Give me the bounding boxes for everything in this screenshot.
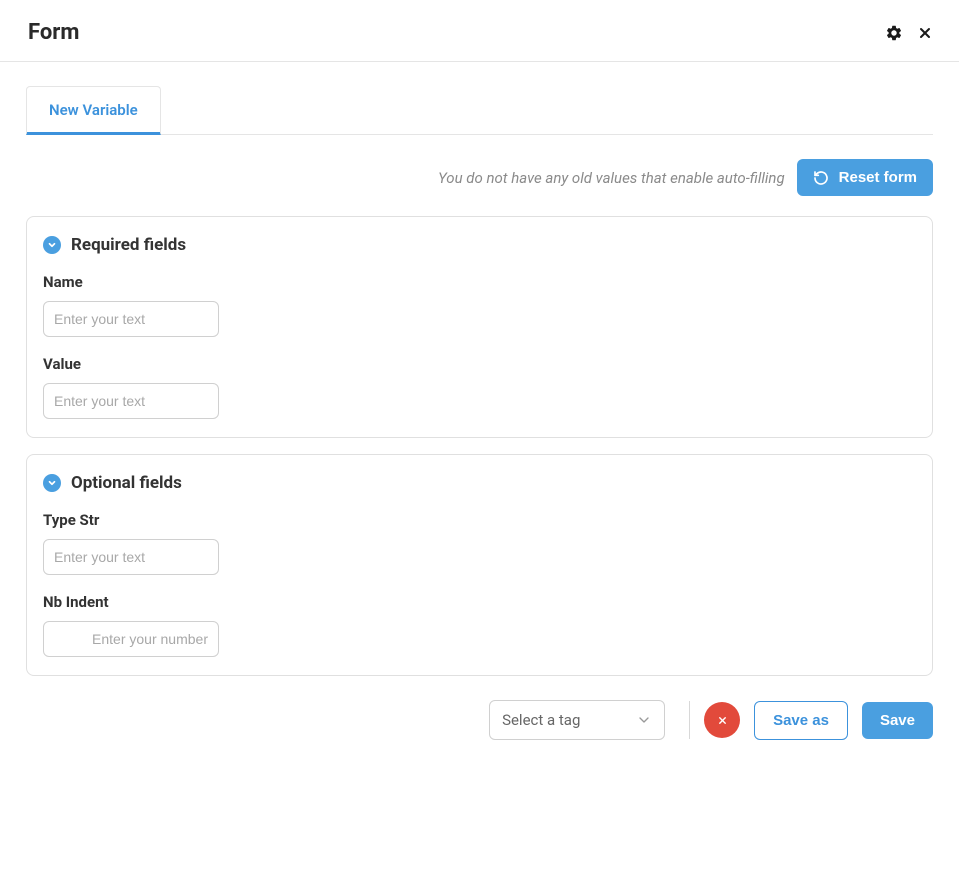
- nb-indent-label: Nb Indent: [43, 593, 916, 611]
- header-actions: [885, 24, 933, 42]
- required-panel-title: Required fields: [71, 235, 186, 255]
- content: New Variable You do not have any old val…: [0, 62, 959, 764]
- info-text: You do not have any old values that enab…: [438, 169, 785, 187]
- save-as-button[interactable]: Save as: [754, 701, 848, 740]
- reset-icon: [813, 170, 829, 186]
- name-label: Name: [43, 273, 916, 291]
- chevron-down-icon: [47, 240, 57, 250]
- tab-new-variable[interactable]: New Variable: [26, 86, 161, 135]
- nb-indent-field-group: Nb Indent: [43, 593, 916, 657]
- reset-form-label: Reset form: [839, 169, 917, 186]
- name-input[interactable]: [43, 301, 219, 337]
- footer-divider: [689, 701, 690, 739]
- info-reset-row: You do not have any old values that enab…: [26, 159, 933, 196]
- chevron-down-icon: [47, 478, 57, 488]
- required-fields-panel: Required fields Name Value: [26, 216, 933, 438]
- close-icon: [717, 715, 728, 726]
- nb-indent-input[interactable]: [43, 621, 219, 657]
- type-str-field-group: Type Str: [43, 511, 916, 575]
- type-str-input[interactable]: [43, 539, 219, 575]
- optional-panel-title: Optional fields: [71, 473, 182, 493]
- tag-select[interactable]: Select a tag: [489, 700, 665, 740]
- optional-fields-panel: Optional fields Type Str Nb Indent: [26, 454, 933, 676]
- cancel-button[interactable]: [704, 702, 740, 738]
- save-button[interactable]: Save: [862, 702, 933, 739]
- page-title: Form: [28, 20, 79, 45]
- gear-icon: [885, 24, 903, 42]
- value-field-group: Value: [43, 355, 916, 419]
- close-icon: [917, 25, 933, 41]
- reset-form-button[interactable]: Reset form: [797, 159, 933, 196]
- optional-collapse-toggle[interactable]: [43, 474, 61, 492]
- footer-row: Select a tag Save as Save: [26, 700, 933, 740]
- tag-select-placeholder: Select a tag: [502, 711, 580, 729]
- settings-button[interactable]: [885, 24, 903, 42]
- header: Form: [0, 0, 959, 62]
- tabs: New Variable: [26, 86, 933, 135]
- optional-panel-header: Optional fields: [43, 473, 916, 493]
- type-str-label: Type Str: [43, 511, 916, 529]
- name-field-group: Name: [43, 273, 916, 337]
- value-label: Value: [43, 355, 916, 373]
- close-button[interactable]: [917, 25, 933, 41]
- required-panel-header: Required fields: [43, 235, 916, 255]
- chevron-down-icon: [636, 712, 652, 728]
- required-collapse-toggle[interactable]: [43, 236, 61, 254]
- value-input[interactable]: [43, 383, 219, 419]
